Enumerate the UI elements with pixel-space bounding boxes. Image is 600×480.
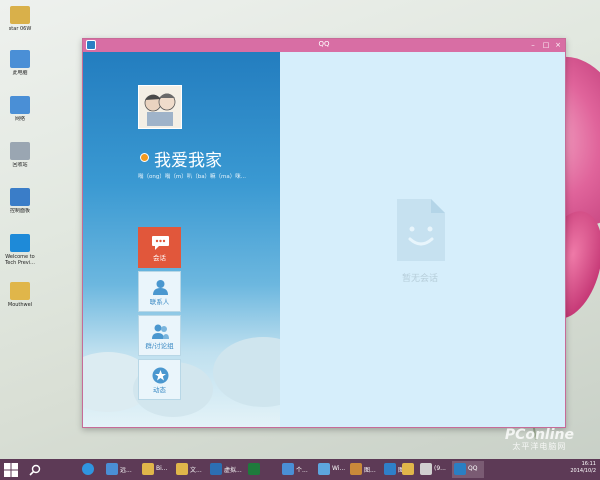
start-windows-icon: [4, 463, 18, 477]
taskbar-item-image[interactable]: 图...: [348, 461, 380, 478]
taskbar-item-wi[interactable]: Wi...: [316, 461, 348, 478]
folder-icon: [402, 463, 414, 475]
taskbar-item-folder-bi[interactable]: Bi...: [140, 461, 172, 478]
taskbar-ie[interactable]: [80, 461, 100, 478]
image-icon: [350, 463, 362, 475]
online-status-indicator[interactable]: [140, 153, 149, 162]
desktop-icon-welcome[interactable]: Welcome to Tech Previ...: [4, 234, 36, 266]
network-icon: [10, 96, 30, 114]
nickname: 我爱我家: [154, 151, 222, 171]
chat-bubble-icon: [152, 236, 169, 250]
notepad-icon: [420, 463, 432, 475]
taskbar-item-vm[interactable]: 虚拟...: [208, 461, 242, 478]
remote-desktop-icon: [106, 463, 118, 475]
control-panel-icon: [10, 188, 30, 206]
search-icon: [29, 464, 41, 476]
desktop-icon-control-panel[interactable]: 控制面板: [4, 188, 36, 214]
maximize-button[interactable]: □: [540, 39, 552, 52]
app-icon: [318, 463, 330, 475]
profile-panel: 我爱我家 嗡（ong）嗡（m）叭（ba）嘛（ma）咪... 会话 联系人 群/讨…: [83, 52, 280, 427]
nav-feed-button[interactable]: 动态: [138, 359, 181, 400]
windows-icon: [10, 234, 30, 252]
ie-browser-icon: [82, 463, 94, 475]
empty-state-text: 暂无会话: [401, 274, 438, 284]
taskbar-item-excel[interactable]: [246, 461, 264, 478]
close-button[interactable]: ×: [552, 39, 564, 52]
desktop-icon-network[interactable]: 网络: [4, 96, 36, 122]
empty-document-face-icon: [397, 199, 445, 261]
taskbar-item-folder-quick[interactable]: [400, 461, 416, 478]
start-button[interactable]: [2, 461, 20, 478]
desktop-icon-mouthwel[interactable]: Mouthwel: [4, 282, 36, 308]
nav-contacts-button[interactable]: 联系人: [138, 271, 181, 312]
taskbar-item-qq[interactable]: QQ: [452, 461, 484, 478]
search-button[interactable]: [26, 461, 44, 478]
signature[interactable]: 嗡（ong）嗡（m）叭（ba）嘛（ma）咪...: [138, 172, 246, 180]
folder-user-icon: [10, 6, 30, 24]
watermark: PConline 太平洋电脑网: [504, 427, 574, 451]
monitor-icon: [282, 463, 294, 475]
background-cloud: [213, 337, 280, 407]
desktop-icon-this-pc[interactable]: 此电脑: [4, 50, 36, 76]
taskbar-item-notepad[interactable]: (9...: [418, 461, 450, 478]
recycle-bin-icon: [10, 142, 30, 160]
taskbar-item-remote[interactable]: 远...: [104, 461, 138, 478]
app-n-icon: [384, 463, 396, 475]
qq-window: QQ – □ × 我爱我家 嗡（ong）嗡（m）叭（ba）嘛（ma）咪... 会…: [82, 38, 566, 428]
nav-chat-button[interactable]: 会话: [138, 227, 181, 268]
excel-icon: [248, 463, 260, 475]
computer-icon: [10, 50, 30, 68]
folder-icon: [142, 463, 154, 475]
taskbar-item-folder-doc[interactable]: 文...: [174, 461, 206, 478]
folder-icon: [10, 282, 30, 300]
desktop-icon-recycle-bin[interactable]: 回收站: [4, 142, 36, 168]
qq-icon: [454, 463, 466, 475]
taskbar-item-personal[interactable]: 个...: [280, 461, 314, 478]
minimize-button[interactable]: –: [527, 39, 539, 52]
system-clock[interactable]: 16:11 2014/10/2: [570, 461, 596, 475]
taskbar: 远... Bi... 文... 虚拟... 个... Wi... 图... 图.…: [0, 459, 600, 480]
contact-person-icon: [153, 280, 168, 295]
folder-icon: [176, 463, 188, 475]
star-feed-icon: [152, 367, 169, 384]
vm-icon: [210, 463, 222, 475]
title-bar[interactable]: QQ – □ ×: [83, 39, 565, 52]
conversation-panel: 暂无会话: [280, 52, 565, 427]
window-title: QQ: [318, 40, 330, 48]
nav-groups-button[interactable]: 群/讨论组: [138, 315, 181, 356]
desktop-icon-star06w[interactable]: star 06W: [4, 6, 36, 32]
avatar[interactable]: [138, 85, 182, 129]
group-icon: [152, 324, 169, 339]
